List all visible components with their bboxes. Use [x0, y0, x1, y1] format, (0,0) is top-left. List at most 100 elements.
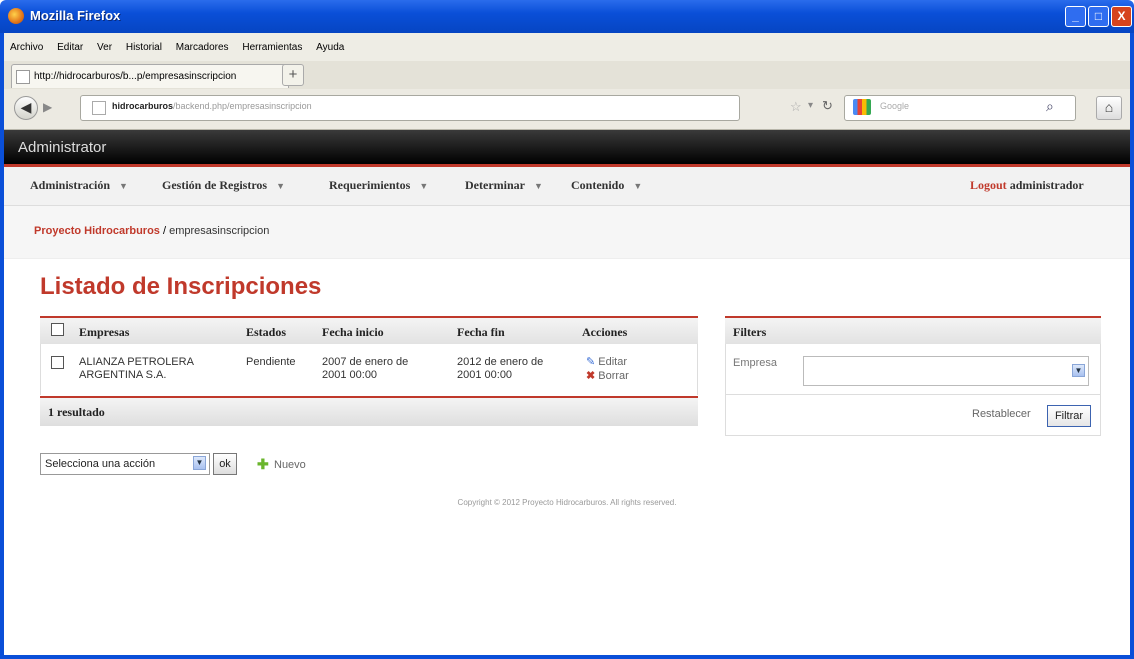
column-header-fecha-inicio[interactable]: Fecha inicio [322, 325, 384, 340]
fecha-line: 2001 00:00 [457, 369, 513, 381]
cell-empresa: ALIANZA PETROLERA ARGENTINA S.A. [79, 356, 194, 382]
copyright-footer: Copyright © 2012 Proyecto Hidrocarburos.… [457, 498, 677, 507]
chevron-down-icon: ▼ [419, 181, 429, 191]
nav-administracion[interactable]: Administración ▼ [30, 178, 128, 193]
filter-button[interactable]: Filtrar [1047, 405, 1091, 427]
cell-fecha-fin: 2012 de enero de 2001 00:00 [457, 356, 543, 382]
close-button[interactable]: X [1111, 6, 1132, 27]
empresa-line: ALIANZA PETROLERA [79, 356, 194, 368]
cell-fecha-inicio: 2007 de enero de 2001 00:00 [322, 356, 408, 382]
search-input[interactable] [844, 95, 1076, 121]
empresa-filter-label: Empresa [733, 357, 778, 369]
table-footer [40, 396, 698, 426]
menu-marcadores[interactable]: Marcadores [176, 42, 229, 53]
page-title: Listado de Inscripciones [40, 273, 322, 300]
breadcrumb-link[interactable]: Proyecto Hidrocarburos [34, 225, 160, 237]
column-header-empresas[interactable]: Empresas [79, 325, 129, 340]
column-header-fecha-fin[interactable]: Fecha fin [457, 325, 505, 340]
bookmark-star-icon[interactable]: ☆ [790, 99, 802, 115]
logout-area: Logout administrador [970, 178, 1084, 193]
new-tab-button[interactable]: + [282, 64, 304, 86]
empresa-filter-select[interactable] [803, 356, 1089, 386]
cell-estado: Pendiente [246, 356, 296, 368]
batch-action-value: Selecciona una acción [45, 458, 156, 470]
chevron-down-icon: ▼ [276, 181, 286, 191]
nav-label: Contenido [571, 178, 625, 192]
fecha-line: 2007 de enero de [322, 356, 409, 368]
home-icon: ⌂ [1104, 99, 1114, 115]
nav-label: Requerimientos [329, 178, 411, 192]
menu-editar[interactable]: Editar [57, 42, 83, 53]
window-titlebar [0, 0, 1134, 33]
nav-contenido[interactable]: Contenido ▼ [571, 178, 642, 193]
fecha-line: 2001 00:00 [322, 369, 378, 381]
breadcrumb-current: empresasinscripcion [169, 225, 270, 237]
minimize-button[interactable]: _ [1065, 6, 1086, 27]
breadcrumb-separator: / [159, 225, 170, 237]
browser-tab[interactable]: http://hidrocarburos/b...p/empresasinscr… [11, 64, 289, 88]
delete-link[interactable]: ✖ Borrar [586, 369, 629, 382]
back-button[interactable]: ◀ [14, 96, 38, 120]
url-host: hidrocarburos [112, 101, 174, 111]
forward-arrow-icon: ▶ [43, 100, 53, 114]
url-path: /backend.php/empresasinscripcion [173, 101, 312, 111]
delete-label: Borrar [598, 370, 629, 382]
nav-gestion-registros[interactable]: Gestión de Registros ▼ [162, 178, 285, 193]
menu-ayuda[interactable]: Ayuda [316, 42, 344, 53]
chevron-down-icon: ▼ [633, 181, 643, 191]
new-link[interactable]: Nuevo [274, 459, 306, 471]
url-text[interactable]: hidrocarburos/backend.php/empresasinscri… [112, 101, 312, 111]
search-placeholder: Google [880, 101, 910, 111]
delete-x-icon: ✖ [586, 370, 596, 382]
maximize-button[interactable]: □ [1088, 6, 1109, 27]
nav-label: Administración [30, 178, 111, 192]
app-title: Administrator [18, 139, 107, 156]
menu-bar: Archivo Editar Ver Historial Marcadores … [4, 33, 1130, 61]
column-header-acciones: Acciones [582, 325, 628, 339]
chevron-down-icon[interactable]: ▼ [193, 456, 206, 470]
chevron-down-icon[interactable]: ▼ [1072, 364, 1085, 377]
menu-ver[interactable]: Ver [97, 42, 112, 53]
nav-requerimientos[interactable]: Requerimientos ▼ [329, 178, 428, 193]
logout-link[interactable]: Logout [970, 178, 1007, 192]
empresa-line: ARGENTINA S.A. [79, 369, 167, 381]
menu-archivo[interactable]: Archivo [10, 42, 43, 53]
firefox-logo-icon [8, 8, 24, 24]
pencil-icon: ✎ [586, 356, 596, 368]
reload-icon[interactable]: ↻ [822, 98, 833, 114]
filters-title: Filters [733, 325, 767, 339]
current-user: administrador [1009, 178, 1084, 192]
plus-icon[interactable]: ✚ [257, 456, 269, 473]
chevron-down-icon: ▼ [533, 181, 543, 191]
nav-label: Determinar [465, 178, 525, 192]
nav-determinar[interactable]: Determinar ▼ [465, 178, 543, 193]
home-button[interactable]: ⌂ [1096, 96, 1122, 120]
page-favicon-icon [16, 70, 30, 84]
nav-label: Gestión de Registros [162, 178, 268, 192]
breadcrumb: Proyecto Hidrocarburos / empresasinscrip… [34, 225, 269, 237]
menu-historial[interactable]: Historial [126, 42, 162, 53]
back-arrow-icon: ◀ [20, 99, 32, 115]
edit-label: Editar [598, 356, 628, 368]
result-count: 1 resultado [48, 405, 105, 419]
window-border-bottom [4, 655, 1130, 659]
window-title: Mozilla Firefox [30, 8, 121, 23]
menu-herramientas[interactable]: Herramientas [242, 42, 302, 53]
history-dropdown-icon[interactable]: ▾ [808, 100, 813, 111]
select-all-checkbox[interactable] [51, 323, 64, 336]
batch-ok-button[interactable]: ok [213, 453, 237, 475]
filters-header [725, 316, 1101, 344]
fecha-line: 2012 de enero de [457, 356, 544, 368]
chevron-down-icon: ▼ [119, 181, 128, 191]
tab-label: http://hidrocarburos/b...p/empresasinscr… [34, 71, 237, 82]
row-checkbox[interactable] [51, 356, 64, 369]
search-icon[interactable]: ⌕ [1046, 98, 1054, 115]
forward-button[interactable]: ▶ [43, 100, 52, 114]
edit-link[interactable]: ✎ Editar [586, 355, 627, 368]
site-identity-icon[interactable] [92, 101, 106, 115]
reset-filters-link[interactable]: Restablecer [972, 408, 1031, 420]
filters-divider [726, 394, 1100, 395]
window-border-right [1130, 33, 1134, 659]
column-header-estados[interactable]: Estados [246, 325, 286, 340]
google-search-engine-icon[interactable] [853, 99, 871, 115]
